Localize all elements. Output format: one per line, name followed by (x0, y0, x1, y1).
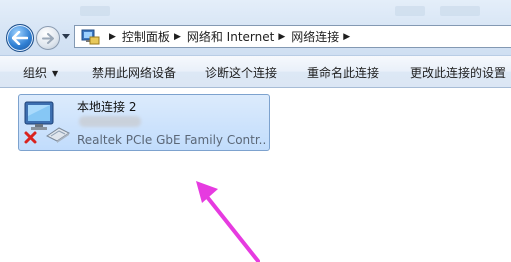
back-arrow-icon (12, 31, 28, 45)
breadcrumb-separator-icon[interactable]: ▶ (343, 32, 350, 42)
organize-button[interactable]: 组织 ▼ (23, 64, 58, 81)
annotation-arrow-icon (196, 181, 260, 262)
connection-item-local-area-2[interactable]: 本地连接 2 Realtek PCIe GbE Family Contr... (18, 94, 270, 151)
recent-pages-dropdown-icon[interactable] (62, 34, 70, 40)
disconnected-x-icon (24, 131, 37, 144)
forward-button[interactable] (36, 26, 60, 50)
back-button[interactable] (6, 24, 34, 52)
disable-device-button[interactable]: 禁用此网络设备 (92, 64, 176, 81)
forward-arrow-icon (42, 32, 54, 44)
command-bar: 组织 ▼ 禁用此网络设备 诊断这个连接 重命名此连接 更改此连接的设置 (0, 55, 511, 88)
organize-label: 组织 (23, 66, 48, 80)
change-settings-button[interactable]: 更改此连接的设置 (410, 64, 506, 81)
rename-connection-button[interactable]: 重命名此连接 (307, 64, 379, 81)
breadcrumb-separator-icon[interactable]: ▶ (109, 32, 116, 42)
navigation-bar: ▶ 控制面板 ▶ 网络和 Internet ▶ 网络连接 ▶ (0, 0, 511, 55)
connection-name: 本地连接 2 (77, 100, 137, 114)
network-adapter-icon (24, 101, 70, 144)
breadcrumb-separator-icon[interactable]: ▶ (278, 32, 285, 42)
breadcrumb-separator-icon[interactable]: ▶ (174, 32, 181, 42)
faded-menu-text (440, 6, 480, 16)
chevron-down-icon: ▼ (52, 69, 59, 78)
address-bar[interactable]: ▶ 控制面板 ▶ 网络和 Internet ▶ 网络连接 ▶ (74, 25, 511, 48)
faded-menu-text (395, 6, 425, 16)
network-folder-icon (81, 28, 101, 46)
connection-status-blurred (79, 116, 141, 127)
breadcrumb-control-panel[interactable]: 控制面板 (122, 28, 170, 45)
breadcrumb-network-internet[interactable]: 网络和 Internet (187, 28, 274, 45)
device-name: Realtek PCIe GbE Family Contr... (77, 133, 267, 147)
connections-list: 本地连接 2 Realtek PCIe GbE Family Contr... (0, 88, 511, 262)
diagnose-connection-button[interactable]: 诊断这个连接 (205, 64, 277, 81)
faded-menu-text (80, 6, 110, 16)
breadcrumb-network-connections[interactable]: 网络连接 (291, 28, 339, 45)
